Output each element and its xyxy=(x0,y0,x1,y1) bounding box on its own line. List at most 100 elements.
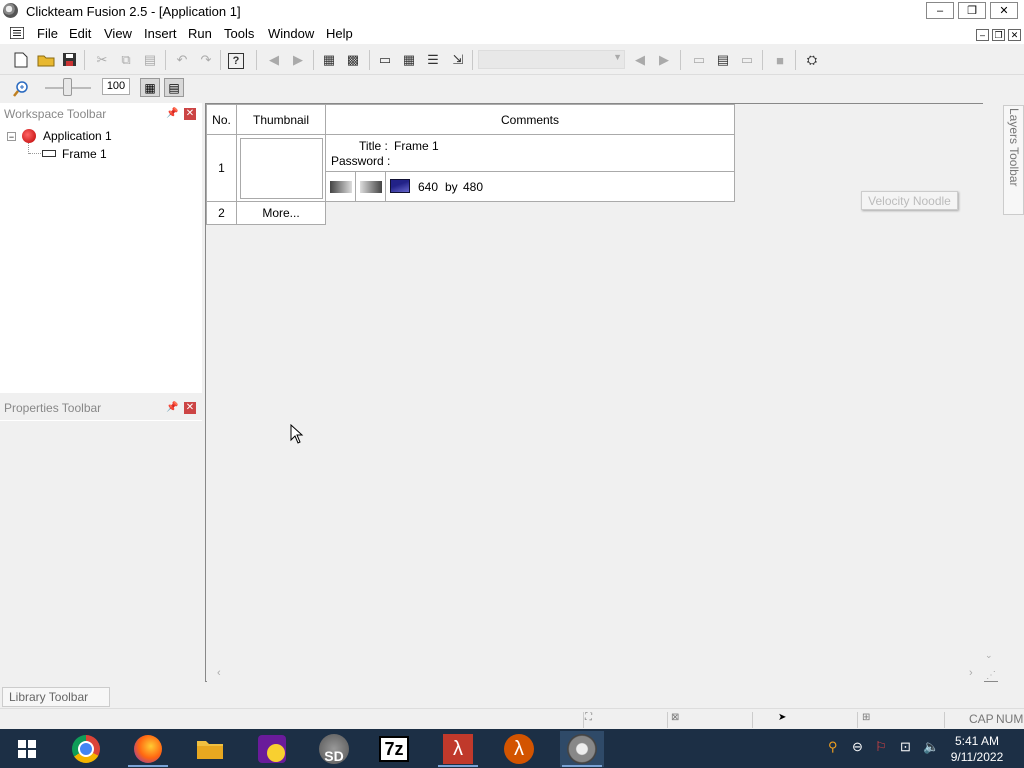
frame-editor-icon[interactable]: ▭ xyxy=(376,51,394,69)
new-file-icon[interactable] xyxy=(14,52,28,68)
system-menu-icon[interactable] xyxy=(10,27,24,39)
back-circle-icon[interactable]: ◀ xyxy=(265,51,283,69)
search-icon[interactable]: ⚲ xyxy=(828,739,838,755)
list-editor-icon[interactable]: ☰ xyxy=(424,51,442,69)
close-button[interactable]: ✕ xyxy=(990,2,1018,19)
view-mode-thumbnail-button[interactable]: ▦ xyxy=(140,78,160,97)
menu-edit[interactable]: Edit xyxy=(69,26,91,41)
tree-item-application[interactable]: Application 1 xyxy=(43,129,112,143)
toolbar-separator xyxy=(220,50,221,70)
scroll-right-icon[interactable]: › xyxy=(969,667,973,679)
start-button[interactable] xyxy=(5,731,49,767)
menu-tools[interactable]: Tools xyxy=(224,26,254,41)
half-life-2-icon: λ xyxy=(504,734,534,764)
taskbar-file-explorer[interactable] xyxy=(188,731,232,767)
taskbar-half-life[interactable]: λ xyxy=(436,731,480,767)
run-project-icon[interactable]: ▭ xyxy=(738,51,756,69)
tree-item-frame[interactable]: Frame 1 xyxy=(62,147,107,161)
layers-toolbar-tab[interactable]: Layers Toolbar xyxy=(1003,105,1024,215)
run-application-icon[interactable]: ▤ xyxy=(714,51,732,69)
frame-comment-cell[interactable]: Title : Frame 1 Password : xyxy=(325,134,735,172)
transition-in-cell[interactable] xyxy=(325,171,356,202)
resize-grip-icon[interactable]: ⋰ xyxy=(986,670,996,681)
previous-frame-icon[interactable]: ◀ xyxy=(631,51,649,69)
workspace-close-icon[interactable]: ✕ xyxy=(184,108,196,120)
taskbar-7zip[interactable]: 7z xyxy=(372,731,416,767)
next-frame-icon[interactable]: ▶ xyxy=(655,51,673,69)
taskbar-chrome[interactable] xyxy=(64,731,108,767)
frame-title-value[interactable]: Frame 1 xyxy=(394,139,439,153)
properties-close-icon[interactable]: ✕ xyxy=(184,402,196,414)
forward-circle-icon[interactable]: ▶ xyxy=(289,51,307,69)
menu-insert[interactable]: Insert xyxy=(144,26,177,41)
taskbar-half-life-2[interactable]: λ xyxy=(497,731,541,767)
maximize-button[interactable]: ❐ xyxy=(958,2,986,19)
frame-size-cell[interactable]: 640 by 480 xyxy=(385,171,735,202)
tree-collapse-icon[interactable]: − xyxy=(7,132,16,142)
frame-select[interactable]: ▼ xyxy=(478,50,625,69)
cut-icon[interactable]: ✂ xyxy=(93,51,111,69)
copy-icon[interactable]: ⧉ xyxy=(117,51,135,69)
menu-window[interactable]: Window xyxy=(268,26,314,41)
save-icon[interactable] xyxy=(62,52,77,67)
pin-icon[interactable]: 📌 xyxy=(166,108,178,120)
help-icon[interactable]: ? xyxy=(228,53,244,69)
more-frames-button[interactable]: More... xyxy=(236,201,326,225)
minimize-button[interactable]: ‒ xyxy=(926,2,954,19)
zoom-slider-thumb[interactable] xyxy=(63,78,72,96)
zoom-value-input[interactable]: 100 xyxy=(102,78,130,95)
mdi-minimize-icon: ‒ xyxy=(979,30,985,40)
row-1-number: 1 xyxy=(218,161,225,175)
zoom-icon[interactable] xyxy=(13,81,29,97)
system-clock[interactable]: 5:41 AM 9/11/2022 xyxy=(948,733,1006,765)
horizontal-scrollbar[interactable]: ‹ › xyxy=(207,667,984,682)
scroll-down-icon[interactable]: ⌄ xyxy=(985,650,993,661)
menu-file[interactable]: File xyxy=(37,26,58,41)
scroll-left-icon[interactable]: ‹ xyxy=(217,667,221,679)
data-elements-icon[interactable]: ⇲ xyxy=(449,51,467,69)
workspace-header: Workspace Toolbar 📌 ✕ xyxy=(0,103,202,123)
transition-out-cell[interactable] xyxy=(355,171,386,202)
pin-icon[interactable]: 📌 xyxy=(166,402,178,414)
library-toolbar-tab[interactable]: Library Toolbar xyxy=(2,687,110,707)
security-warning-icon[interactable]: ⚐ xyxy=(875,739,887,755)
taskbar-firefox[interactable] xyxy=(126,731,170,767)
chevron-down-icon: ▼ xyxy=(613,52,622,62)
toolbar-separator xyxy=(762,50,763,70)
event-list-icon[interactable]: ▦ xyxy=(400,51,418,69)
caps-lock-indicator: CAP xyxy=(969,712,994,726)
storyboard-editor-icon[interactable]: ▦ xyxy=(320,51,338,69)
taskbar-clickteam-fusion[interactable] xyxy=(560,731,604,767)
menu-run[interactable]: Run xyxy=(188,26,212,41)
properties-title: Properties Toolbar xyxy=(4,401,102,415)
mdi-close-button[interactable]: ✕ xyxy=(1008,29,1021,41)
run-frame-icon[interactable]: ▭ xyxy=(690,51,708,69)
toolbar-separator xyxy=(313,50,314,70)
redo-icon[interactable]: ↷ xyxy=(197,51,215,69)
event-editor-icon[interactable]: ▩ xyxy=(344,51,362,69)
menu-view[interactable]: View xyxy=(104,26,132,41)
paste-icon[interactable]: ▤ xyxy=(141,51,159,69)
vertical-scrollbar[interactable]: ⌄ xyxy=(983,103,998,668)
taskbar-yahoo-messenger[interactable] xyxy=(250,731,294,767)
stop-icon[interactable]: ■ xyxy=(771,51,789,69)
header-thumbnail: Thumbnail xyxy=(236,104,326,135)
volume-icon[interactable]: 🔈 xyxy=(923,739,939,755)
frame-thumbnail[interactable] xyxy=(240,138,323,199)
app-icon[interactable] xyxy=(3,3,18,18)
grid-icon: ⊞ xyxy=(862,712,871,723)
network-icon[interactable]: ⊡ xyxy=(900,739,911,755)
view-mode-list-button[interactable]: ▤ xyxy=(164,78,184,97)
open-folder-icon[interactable] xyxy=(37,53,55,67)
taskbar-sd[interactable]: SD xyxy=(312,731,356,767)
toolbar-separator xyxy=(795,50,796,70)
mdi-minimize-button[interactable]: ‒ xyxy=(976,29,989,41)
undo-icon[interactable]: ↶ xyxy=(173,51,191,69)
build-icon[interactable]: ⛭ xyxy=(803,51,821,69)
mdi-restore-button[interactable]: ❐ xyxy=(992,29,1005,41)
chat-icon[interactable]: ⊖ xyxy=(852,739,863,755)
frame-thumbnail-cell[interactable] xyxy=(236,134,326,202)
menu-help[interactable]: Help xyxy=(326,26,353,41)
sd-label: SD xyxy=(324,748,344,764)
password-label: Password : xyxy=(331,154,391,168)
